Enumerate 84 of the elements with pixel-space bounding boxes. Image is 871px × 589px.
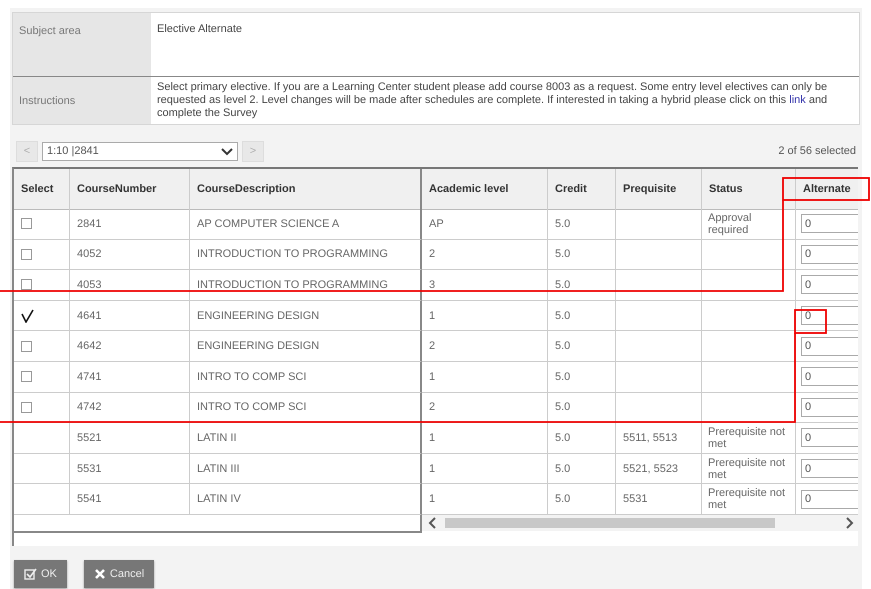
table-cell: 5.0 <box>548 331 616 362</box>
selection-count: 2 of 56 selected <box>778 145 856 157</box>
column-header: Academic level <box>422 169 548 210</box>
alternate-input[interactable]: 0 <box>801 367 858 386</box>
close-icon <box>94 568 106 580</box>
table-cell: INTRO TO COMP SCI <box>190 392 422 424</box>
scroll-left-icon[interactable] <box>428 516 437 529</box>
table-cell: 1 <box>422 362 548 393</box>
page-select[interactable]: 1:10 |2841 <box>42 142 238 160</box>
table-cell: 2841 <box>70 209 190 240</box>
survey-link[interactable]: link <box>789 94 806 106</box>
alternate-input[interactable]: 0 <box>801 459 858 478</box>
chevron-down-icon <box>221 146 233 156</box>
table-cell: 5521, 5523 <box>616 454 702 484</box>
table-cell <box>14 423 70 454</box>
alternate-input[interactable]: 0 <box>801 306 858 326</box>
alternate-input[interactable]: 0 <box>801 490 858 509</box>
instructions-text: Select primary elective. If you are a Learning Center student please add course 8003 as a request. Some entry level electives can only be requested as level 2. Level changes will be made after schedules are complete. If interested in taking a hybrid please click on this link and complete the Survey <box>157 81 828 119</box>
checkbox[interactable] <box>21 279 32 290</box>
table-cell: AP COMPUTER SCIENCE A <box>190 209 422 240</box>
cancel-button[interactable]: Cancel <box>84 560 154 588</box>
alternate-input[interactable]: 0 <box>801 275 858 294</box>
table-cell: 5.0 <box>548 209 616 240</box>
table-cell: 2 <box>422 240 548 270</box>
table-cell: 3 <box>422 270 548 301</box>
ok-button[interactable]: OK <box>14 560 67 588</box>
table-cell: 5.0 <box>548 392 616 424</box>
table-cell: INTRODUCTION TO PROGRAMMING <box>190 270 422 301</box>
checkbox[interactable] <box>21 402 32 413</box>
table-cell: 2 <box>422 392 548 424</box>
table-cell: Prerequisite not met <box>702 423 796 454</box>
table-cell: 5521 <box>70 423 190 454</box>
table-cell: 5.0 <box>548 362 616 393</box>
table-cell: INTRODUCTION TO PROGRAMMING <box>190 240 422 270</box>
table-cell: 5.0 <box>548 300 616 332</box>
table-cell: INTRO TO COMP SCI <box>190 362 422 393</box>
column-header: Credit <box>548 169 616 210</box>
table-cell: Prerequisite not met <box>702 454 796 484</box>
table-cell: 4052 <box>70 240 190 270</box>
table-cell: AP <box>422 209 548 240</box>
table-cell: 4641 <box>70 300 190 332</box>
table-cell: 4741 <box>70 362 190 393</box>
table-cell: 5.0 <box>548 240 616 270</box>
table-cell: 1 <box>422 454 548 484</box>
column-header: Alternate <box>796 169 858 210</box>
table-cell: 5531 <box>70 454 190 484</box>
table-cell: 2 <box>422 331 548 362</box>
table-cell: 4742 <box>70 392 190 424</box>
alternate-input[interactable]: 0 <box>801 244 858 264</box>
table-cell: 5511, 5513 <box>616 423 702 454</box>
table-cell: 1 <box>422 300 548 332</box>
checkbox[interactable] <box>21 371 32 382</box>
table-cell: 5.0 <box>548 454 616 484</box>
table-cell: ENGINEERING DESIGN <box>190 300 422 332</box>
column-header: Status <box>702 169 796 210</box>
alternate-input[interactable]: 0 <box>801 398 858 417</box>
alternate-input[interactable]: 0 <box>801 214 858 234</box>
table-cell: 4642 <box>70 331 190 362</box>
table-cell: 4053 <box>70 270 190 301</box>
table-cell: Approval required <box>702 209 796 240</box>
checkbox[interactable] <box>21 248 32 260</box>
column-header: CourseDescription <box>190 169 422 210</box>
table-cell: LATIN III <box>190 454 422 484</box>
scrollbar-thumb[interactable] <box>445 518 775 528</box>
table-cell: 1 <box>422 423 548 454</box>
alternate-input[interactable]: 0 <box>801 336 858 356</box>
field-value: Elective Alternate <box>156 22 243 37</box>
table-cell <box>14 454 70 484</box>
horizontal-scrollbar[interactable] <box>422 514 858 531</box>
table-cell: ENGINEERING DESIGN <box>190 331 422 362</box>
field-label: Subject area <box>13 13 151 76</box>
check-square-icon <box>24 568 37 580</box>
column-header: Select <box>14 169 70 210</box>
checkbox[interactable] <box>21 308 34 323</box>
column-header: Prequisite <box>616 169 702 210</box>
table-cell: LATIN II <box>190 423 422 454</box>
table-cell: 5.0 <box>548 423 616 454</box>
table-cell: 5.0 <box>548 270 616 301</box>
scroll-right-icon[interactable] <box>845 516 854 529</box>
field-label: Instructions <box>19 94 76 106</box>
alternate-input[interactable]: 0 <box>801 428 858 448</box>
checkbox[interactable] <box>21 218 32 230</box>
column-header: CourseNumber <box>70 169 190 210</box>
checkbox[interactable] <box>21 340 32 352</box>
